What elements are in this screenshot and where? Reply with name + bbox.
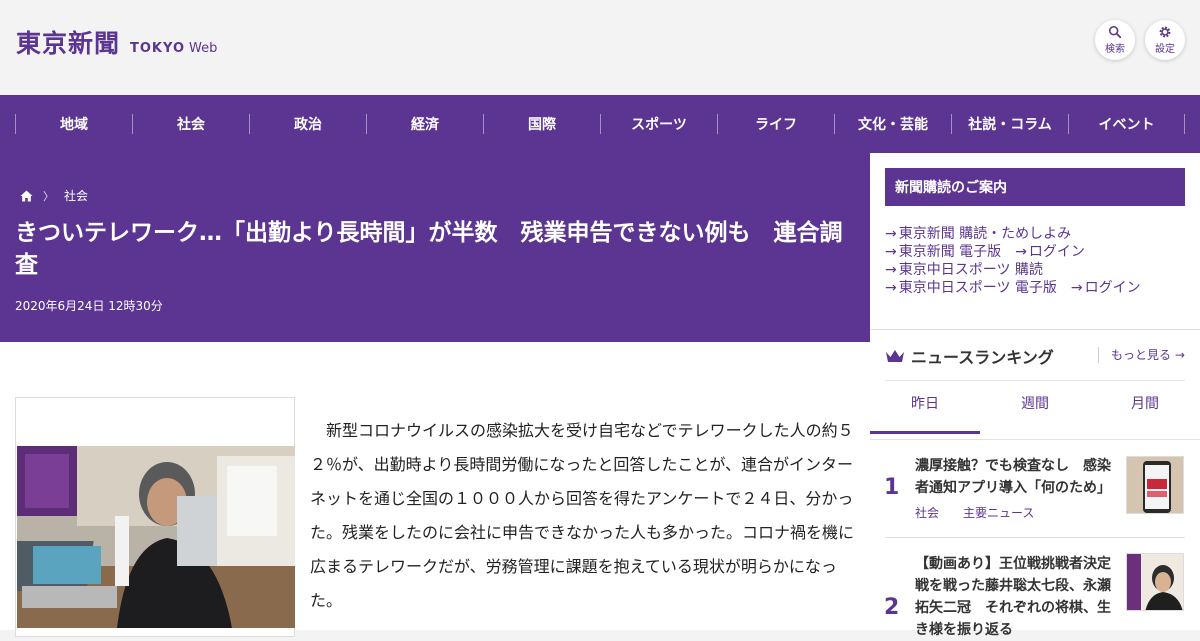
arrow-right-icon: → xyxy=(1070,280,1083,296)
article-header: 〉 社会 きついテレワーク…「出勤より長時間」が半数 残業申告できない例も 連合… xyxy=(0,153,870,342)
arrow-right-icon: → xyxy=(885,226,897,242)
arrow-right-icon: → xyxy=(885,262,897,278)
sidebar: 新聞購読のご案内 → 東京新聞 購読・ためしよみ → 東京新聞 電子版 → ログイン →… xyxy=(870,153,1200,638)
ranking-tags: 社会 主要ニュース xyxy=(915,504,1034,521)
tag-main-news[interactable]: 主要ニュース xyxy=(963,506,1034,520)
ranking-title: ニュースランキング xyxy=(911,348,1054,367)
nav-item-life[interactable]: ライフ xyxy=(717,114,834,134)
ranking-tabs: 昨日 週間 月間 xyxy=(870,393,1200,434)
breadcrumb-category[interactable]: 社会 xyxy=(64,187,88,204)
search-label: 検索 xyxy=(1105,44,1125,55)
ranking-heading: ニュースランキング xyxy=(885,344,1054,368)
subscription-row-2: → 東京新聞 電子版 → ログイン xyxy=(885,243,1141,261)
ranking-divider xyxy=(885,380,1185,381)
breadcrumb-separator: 〉 xyxy=(43,189,54,203)
subscription-heading: 新聞購読のご案内 xyxy=(885,168,1185,206)
site-header: 東京新聞 TOKYO Web 検索 設定 xyxy=(0,0,1200,95)
nav-item-events[interactable]: イベント xyxy=(1068,114,1185,134)
article-photo-frame xyxy=(15,397,295,637)
nav-item-economy[interactable]: 経済 xyxy=(366,114,483,134)
logo-web: Web xyxy=(189,41,218,56)
telework-photo-image xyxy=(17,446,295,628)
link-label: 東京中日スポーツ 購読 xyxy=(898,262,1043,278)
tabs-underline xyxy=(870,439,1200,440)
global-nav: 地域 社会 政治 経済 国際 スポーツ ライフ 文化・芸能 社説・コラム イベン… xyxy=(0,95,1200,153)
ranking-headline: 【動画あり】王位戦挑戦者決定戦を戦った藤井聡太七段、永瀬拓矢二冠 それぞれの将棋… xyxy=(915,556,1111,638)
link-tokyo-shimbun-digital[interactable]: → 東京新聞 電子版 xyxy=(885,244,1001,260)
more-label: もっと見る xyxy=(1111,348,1172,362)
ranking-separator xyxy=(885,537,1185,538)
article-photo[interactable] xyxy=(17,446,295,628)
shogi-player-thumbnail-image xyxy=(1127,554,1183,610)
ranking-more-link[interactable]: もっと見る → xyxy=(1098,347,1185,363)
tag-society[interactable]: 社会 xyxy=(915,506,939,520)
sidebar-divider xyxy=(870,329,1200,330)
nav-item-culture[interactable]: 文化・芸能 xyxy=(834,114,951,134)
arrow-right-icon: → xyxy=(885,244,897,260)
breadcrumb: 〉 社会 xyxy=(20,187,88,204)
logo-tokyo: TOKYO xyxy=(130,41,186,56)
link-chunichi-sports-digital[interactable]: → 東京中日スポーツ 電子版 xyxy=(885,280,1057,296)
ranking-thumbnail xyxy=(1126,456,1184,514)
gear-icon xyxy=(1159,26,1171,38)
nav-item-editorial[interactable]: 社説・コラム xyxy=(951,114,1068,134)
nav-item-sports[interactable]: スポーツ xyxy=(600,114,717,134)
nav-item-society[interactable]: 社会 xyxy=(132,114,249,134)
phone-app-thumbnail-image xyxy=(1127,457,1183,513)
link-chunichi-sports-login[interactable]: → ログイン xyxy=(1071,280,1141,296)
article-title: きついテレワーク…「出勤より長時間」が半数 残業申告できない例も 連合調査 xyxy=(15,220,843,278)
link-label: 東京新聞 電子版 xyxy=(898,244,1002,260)
article-date: 2020年6月24日 12時30分 xyxy=(15,299,163,313)
settings-label: 設定 xyxy=(1155,44,1175,55)
crown-icon xyxy=(886,350,904,362)
subscription-row-4: → 東京中日スポーツ 電子版 → ログイン xyxy=(885,279,1141,297)
subscription-links: → 東京新聞 購読・ためしよみ → 東京新聞 電子版 → ログイン → 東京中日スポーツ … xyxy=(885,225,1141,297)
ranking-headline: 濃厚接触？でも検査なし 感染者通知アプリ導入「何のため」 xyxy=(915,458,1111,496)
search-icon xyxy=(1108,25,1122,39)
link-label: ログイン xyxy=(1084,280,1141,296)
link-label: 東京中日スポーツ 電子版 xyxy=(898,280,1057,296)
arrow-right-icon: → xyxy=(1174,348,1185,362)
tab-monthly[interactable]: 月間 xyxy=(1090,393,1200,434)
settings-button[interactable]: 設定 xyxy=(1145,20,1185,60)
ranking-number: 1 xyxy=(884,475,900,500)
nav-item-politics[interactable]: 政治 xyxy=(249,114,366,134)
link-label: 東京新聞 購読・ためしよみ xyxy=(898,226,1072,242)
link-label: ログイン xyxy=(1028,244,1085,260)
logo-title: 東京新聞 xyxy=(16,29,121,58)
subscription-row-1: → 東京新聞 購読・ためしよみ xyxy=(885,225,1141,243)
arrow-right-icon: → xyxy=(885,280,897,296)
nav-item-region[interactable]: 地域 xyxy=(15,114,132,134)
tab-yesterday[interactable]: 昨日 xyxy=(870,393,980,434)
home-icon[interactable] xyxy=(20,189,33,202)
tab-weekly[interactable]: 週間 xyxy=(980,393,1090,434)
subscription-row-3: → 東京中日スポーツ 購読 xyxy=(885,261,1141,279)
article-body: 新型コロナウイルスの感染拡大を受け自宅などでテレワークした人の約５２％が、出勤時… xyxy=(0,342,870,637)
ranking-number: 2 xyxy=(884,595,900,620)
link-chunichi-sports-subscribe[interactable]: → 東京中日スポーツ 購読 xyxy=(885,262,1043,278)
link-tokyo-shimbun-login[interactable]: → ログイン xyxy=(1015,244,1085,260)
article-lead-paragraph: 新型コロナウイルスの感染拡大を受け自宅などでテレワークした人の約５２％が、出勤時… xyxy=(310,421,855,610)
arrow-right-icon: → xyxy=(1015,244,1027,260)
nav-item-international[interactable]: 国際 xyxy=(483,114,600,134)
search-button[interactable]: 検索 xyxy=(1095,20,1135,60)
site-logo[interactable]: 東京新聞 TOKYO Web xyxy=(16,24,217,60)
link-tokyo-shimbun-subscribe[interactable]: → 東京新聞 購読・ためしよみ xyxy=(885,226,1071,242)
ranking-thumbnail xyxy=(1126,553,1184,611)
